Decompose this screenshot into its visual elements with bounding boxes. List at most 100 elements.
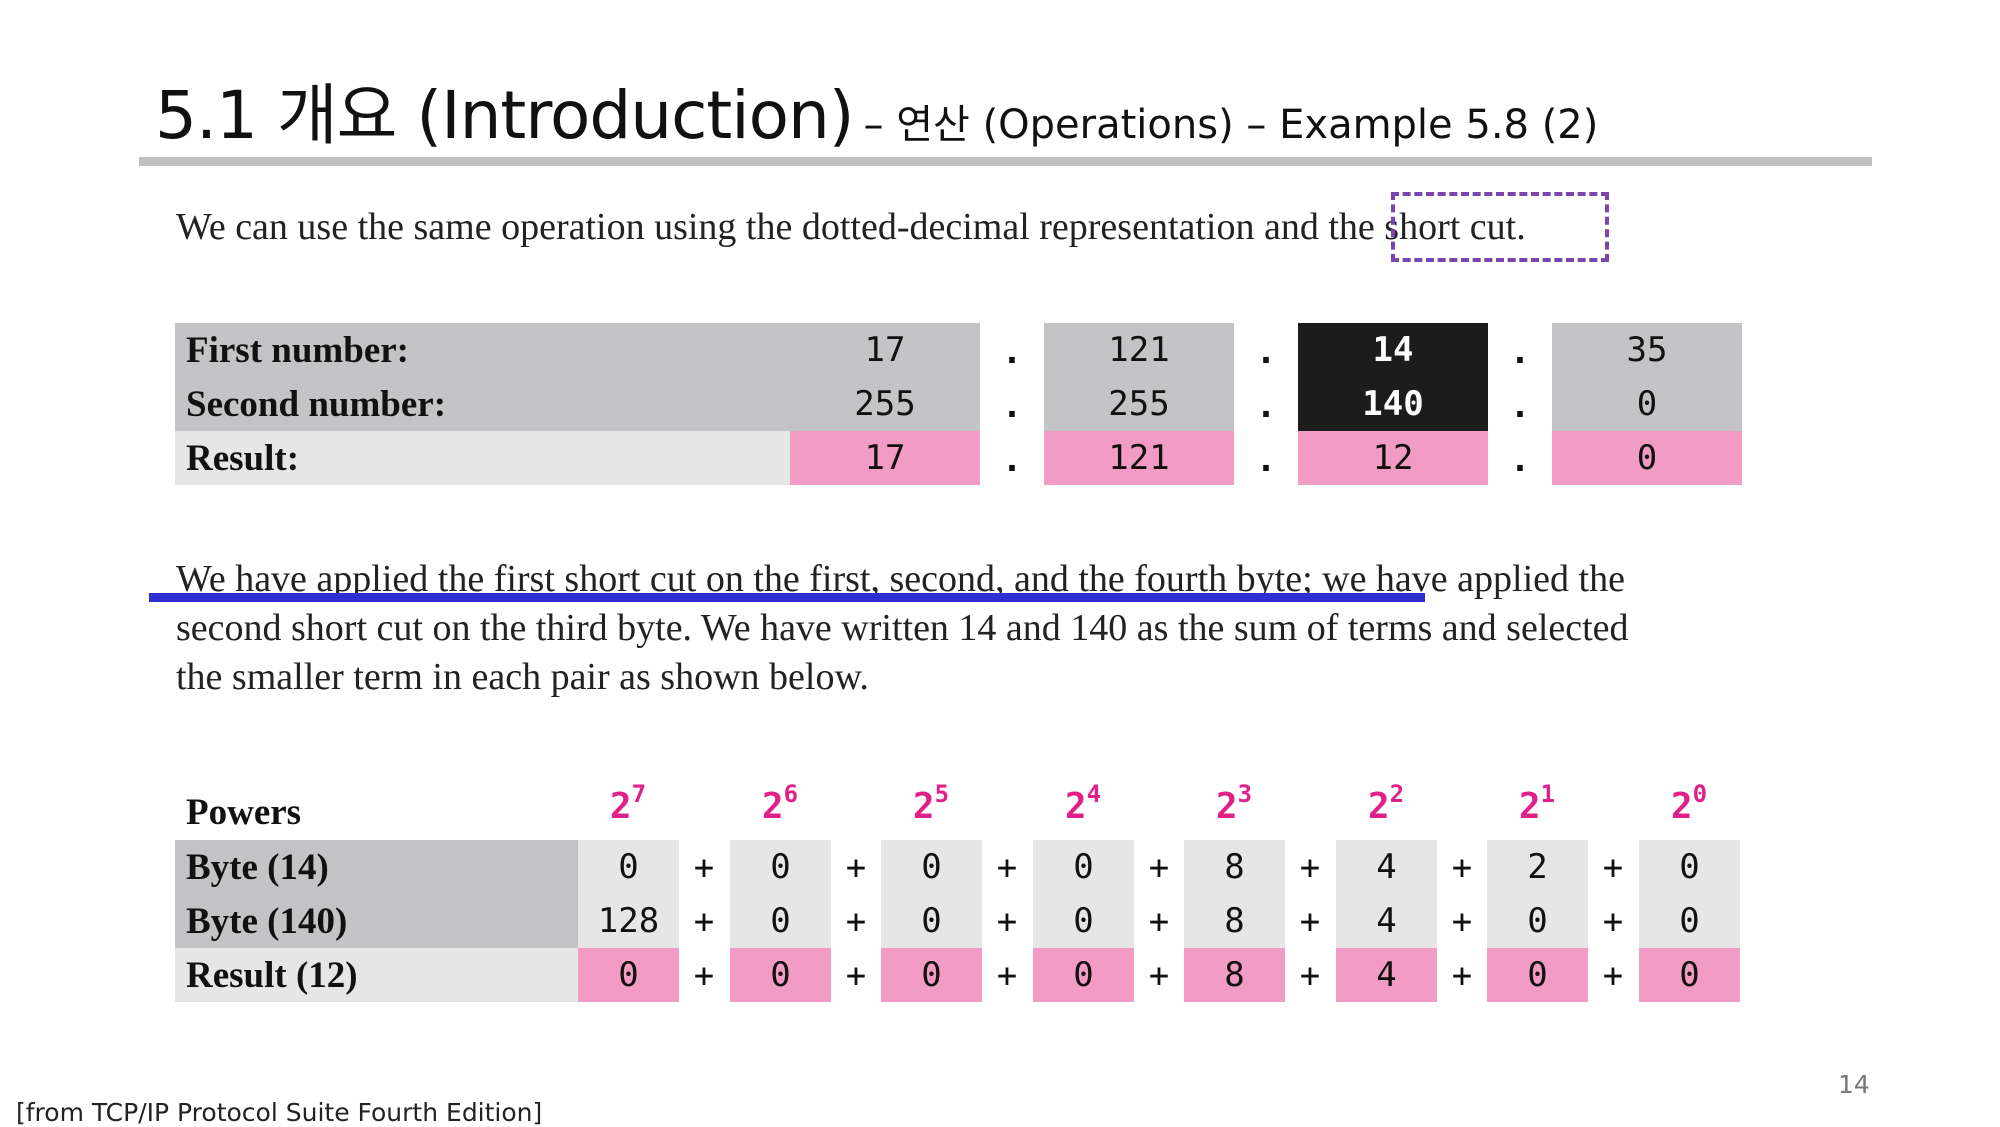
plus-sign: + [845, 848, 867, 888]
plus-sign: + [1148, 956, 1170, 996]
plus-sign: + [996, 956, 1018, 996]
byte14-term-cell: 4 [1336, 840, 1437, 894]
dot-separator: . [1001, 332, 1023, 372]
byte14-term-cell: 0 [881, 840, 982, 894]
dot-separator: . [1509, 440, 1531, 480]
plus-sign: + [693, 956, 715, 996]
second-byte-4: 0 [1552, 377, 1742, 431]
byte14-term-cell: 0 [730, 840, 831, 894]
power-label: 27 [578, 780, 678, 827]
byte14-term-cell: 0 [1639, 840, 1740, 894]
first-byte-4: 35 [1552, 323, 1742, 377]
plus-sign: + [1451, 902, 1473, 942]
paragraph-line: the smaller term in each pair as shown b… [176, 656, 869, 698]
result-term-cell: 0 [881, 948, 982, 1002]
result-term-cell: 0 [578, 948, 679, 1002]
power-base: 2 [912, 786, 935, 827]
plus-sign: + [1299, 956, 1321, 996]
label-result: Result: [186, 437, 300, 479]
plus-sign: + [1148, 902, 1170, 942]
power-exponent: 0 [1692, 780, 1708, 808]
label-result-12: Result (12) [186, 954, 358, 996]
byte14-term-cell: 0 [1033, 840, 1134, 894]
title-main: 5.1 개요 (Introduction) [155, 77, 855, 154]
power-exponent: 7 [631, 780, 647, 808]
plus-sign: + [845, 902, 867, 942]
plus-sign: + [693, 848, 715, 888]
intro-text: We can use the same operation using the … [176, 206, 1329, 248]
dot-separator: . [1001, 440, 1023, 480]
page-number: 14 [1838, 1070, 1870, 1099]
second-byte-3: 140 [1298, 377, 1488, 431]
byte140-term-cell: 0 [1487, 894, 1588, 948]
label-second-number: Second number: [186, 383, 447, 425]
label-byte-140: Byte (140) [186, 900, 348, 942]
power-base: 2 [1670, 786, 1693, 827]
power-label: 20 [1639, 780, 1739, 827]
power-base: 2 [1215, 786, 1238, 827]
result-term-cell: 0 [1639, 948, 1740, 1002]
result-byte-2: 121 [1044, 431, 1234, 485]
intro-sentence: We can use the same operation using the … [176, 205, 1526, 249]
power-exponent: 3 [1237, 780, 1253, 808]
power-label: 26 [730, 780, 830, 827]
power-label: 22 [1336, 780, 1436, 827]
byte14-term-cell: 0 [578, 840, 679, 894]
dot-separator: . [1001, 386, 1023, 426]
plus-sign: + [1451, 956, 1473, 996]
power-exponent: 2 [1389, 780, 1405, 808]
label-powers: Powers [186, 791, 302, 833]
paragraph-line: second short cut on the third byte. We h… [176, 607, 1629, 649]
dot-separator: . [1255, 440, 1277, 480]
power-label: 23 [1184, 780, 1284, 827]
power-exponent: 1 [1540, 780, 1556, 808]
plus-sign: + [1602, 848, 1624, 888]
second-byte-2: 255 [1044, 377, 1234, 431]
plus-sign: + [996, 902, 1018, 942]
power-label: 21 [1487, 780, 1587, 827]
slide-title: 5.1 개요 (Introduction) – 연산 (Operations) –… [155, 62, 1598, 158]
result-byte-1: 17 [790, 431, 980, 485]
source-citation: [from TCP/IP Protocol Suite Fourth Editi… [16, 1098, 543, 1127]
power-exponent: 4 [1086, 780, 1102, 808]
first-byte-2: 121 [1044, 323, 1234, 377]
byte140-term-cell: 0 [1033, 894, 1134, 948]
title-subtitle: – 연산 (Operations) – Example 5.8 (2) [863, 102, 1599, 148]
byte140-term-cell: 4 [1336, 894, 1437, 948]
power-exponent: 5 [934, 780, 950, 808]
power-label: 24 [1033, 780, 1133, 827]
byte140-term-cell: 0 [730, 894, 831, 948]
plus-sign: + [1451, 848, 1473, 888]
byte140-term-cell: 128 [578, 894, 679, 948]
power-base: 2 [1367, 786, 1390, 827]
byte14-term-cell: 2 [1487, 840, 1588, 894]
plus-sign: + [693, 902, 715, 942]
blue-underline-highlight [149, 593, 1425, 602]
power-label: 25 [881, 780, 981, 827]
plus-sign: + [1602, 902, 1624, 942]
title-divider [139, 157, 1872, 166]
dot-separator: . [1255, 332, 1277, 372]
power-base: 2 [609, 786, 632, 827]
first-byte-1: 17 [790, 323, 980, 377]
power-base: 2 [1064, 786, 1087, 827]
result-byte-3: 12 [1298, 431, 1488, 485]
power-base: 2 [761, 786, 784, 827]
dashed-highlight-box [1391, 192, 1609, 262]
result-byte-4: 0 [1552, 431, 1742, 485]
byte140-term-cell: 8 [1184, 894, 1285, 948]
explanation-paragraph: We have applied the first short cut on t… [176, 555, 1736, 702]
byte140-term-cell: 0 [881, 894, 982, 948]
power-exponent: 6 [783, 780, 799, 808]
result-term-cell: 0 [1487, 948, 1588, 1002]
plus-sign: + [1148, 848, 1170, 888]
dot-separator: . [1255, 386, 1277, 426]
plus-sign: + [845, 956, 867, 996]
plus-sign: + [1299, 902, 1321, 942]
plus-sign: + [1602, 956, 1624, 996]
result-term-cell: 0 [1033, 948, 1134, 1002]
plus-sign: + [996, 848, 1018, 888]
plus-sign: + [1299, 848, 1321, 888]
second-byte-1: 255 [790, 377, 980, 431]
label-byte-14: Byte (14) [186, 846, 329, 888]
